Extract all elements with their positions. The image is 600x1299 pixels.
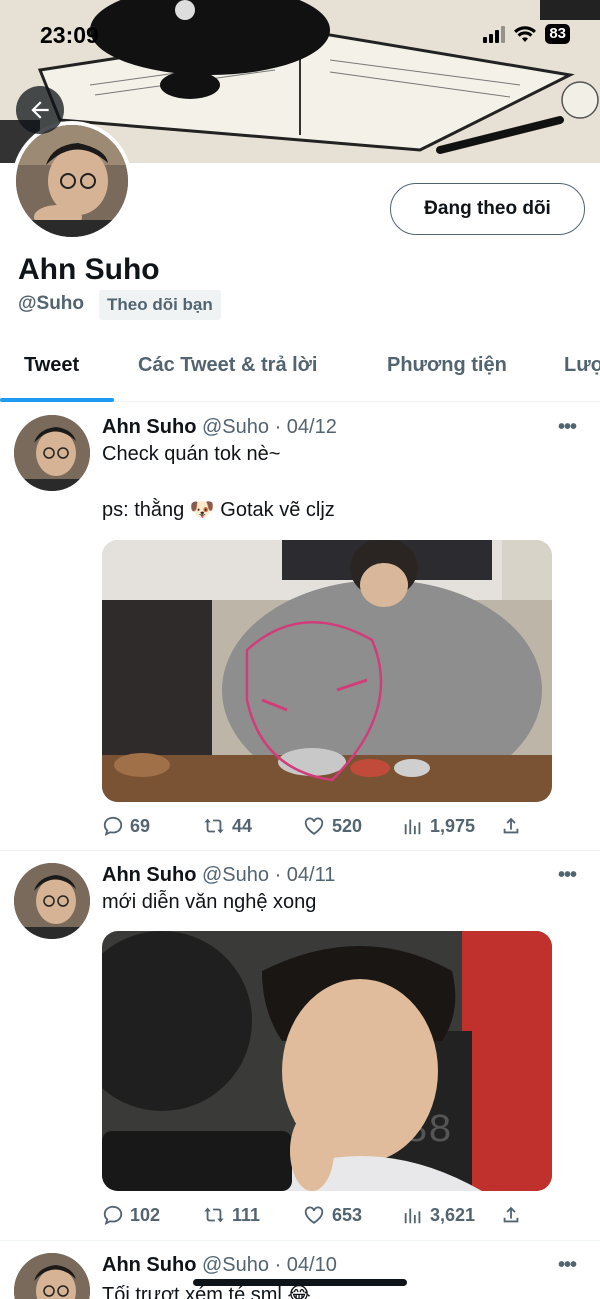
share-button[interactable]	[500, 1204, 522, 1226]
tweet-actions: 102 111 653 3,621	[102, 1204, 532, 1228]
heart-icon	[304, 1206, 324, 1224]
following-button[interactable]: Đang theo dõi	[390, 183, 585, 235]
status-bar: 23:09 83	[0, 0, 600, 70]
battery-icon: 83	[545, 24, 570, 44]
tweet-handle-date: @Suho · 04/10	[202, 1254, 337, 1276]
profile-tabs: Tweet Các Tweet & trả lời Phương tiện Lư…	[0, 340, 600, 402]
retweet-count: 111	[232, 1204, 261, 1225]
tweet-actions: 69 44 520 1,975	[102, 815, 532, 839]
reply-count: 102	[130, 1204, 161, 1225]
profile-avatar[interactable]	[12, 121, 132, 241]
like-count: 653	[332, 1204, 363, 1225]
share-icon	[503, 1206, 519, 1223]
reply-button[interactable]: 102	[102, 1204, 160, 1226]
active-tab-indicator	[0, 398, 114, 402]
tab-media[interactable]: Phương tiện	[387, 354, 507, 377]
tweet-text-line: Check quán tok nè~	[102, 443, 281, 465]
signal-icon	[483, 25, 506, 43]
tweet-author-name[interactable]: Ahn Suho	[102, 416, 196, 438]
follows-you-badge: Theo dõi bạn	[99, 290, 221, 320]
like-count: 520	[332, 815, 363, 836]
tab-tweets-replies[interactable]: Các Tweet & trả lời	[138, 354, 317, 377]
retweet-button[interactable]: 111	[202, 1204, 260, 1226]
reply-count: 69	[130, 815, 151, 836]
views-icon	[404, 1208, 421, 1224]
tweet[interactable]: Ahn Suho @Suho · 04/11 ••• mới diễn văn …	[0, 851, 600, 1241]
tweet-text-line: mới diễn văn nghệ xong	[102, 891, 317, 913]
share-icon	[503, 817, 519, 834]
tab-likes[interactable]: Lượ	[564, 354, 600, 377]
profile-name: Ahn Suho	[18, 253, 160, 286]
tweet-text-line: ps: thằng 🐶 Gotak vẽ cljz	[102, 499, 335, 521]
tweet-author-name[interactable]: Ahn Suho	[102, 864, 196, 886]
tweet[interactable]: Ahn Suho @Suho · 04/12 ••• Check quán to…	[0, 403, 600, 851]
more-options-icon[interactable]: •••	[558, 864, 577, 887]
reply-button[interactable]: 69	[102, 815, 150, 837]
retweet-icon	[204, 1207, 224, 1223]
views-button[interactable]: 1,975	[402, 815, 475, 837]
view-count: 1,975	[430, 815, 476, 836]
tweet-photo[interactable]	[102, 540, 552, 802]
reply-icon	[103, 1205, 123, 1225]
reply-icon	[103, 816, 123, 836]
tweet-header: Ahn Suho @Suho · 04/11	[102, 864, 335, 887]
tweet-avatar[interactable]	[14, 415, 90, 491]
share-button[interactable]	[500, 815, 522, 837]
back-button[interactable]	[16, 86, 64, 134]
tweet-handle-date: @Suho · 04/11	[202, 864, 336, 886]
retweet-icon	[204, 818, 224, 834]
tweet-header: Ahn Suho @Suho · 04/12	[102, 416, 337, 439]
more-options-icon[interactable]: •••	[558, 1254, 577, 1277]
arrow-left-icon	[31, 101, 49, 119]
profile-handle: @Suho	[18, 293, 85, 314]
like-button[interactable]: 520	[302, 815, 362, 837]
views-icon	[404, 819, 421, 835]
retweet-button[interactable]: 44	[202, 815, 252, 837]
view-count: 3,621	[430, 1204, 476, 1225]
tweet-handle-date: @Suho · 04/12	[202, 416, 337, 438]
tweet-author-name[interactable]: Ahn Suho	[102, 1254, 196, 1276]
tweet[interactable]: Ahn Suho @Suho · 04/10 ••• Tối trượt xém…	[0, 1241, 600, 1299]
tweet-photo[interactable]: 888	[102, 931, 552, 1191]
views-button[interactable]: 3,621	[402, 1204, 475, 1226]
wifi-icon	[514, 26, 537, 42]
retweet-count: 44	[232, 815, 253, 836]
like-button[interactable]: 653	[302, 1204, 362, 1226]
status-time: 23:09	[40, 22, 99, 48]
tweet-header: Ahn Suho @Suho · 04/10	[102, 1254, 337, 1277]
tab-tweets[interactable]: Tweet	[24, 354, 79, 377]
more-options-icon[interactable]: •••	[558, 416, 577, 439]
home-indicator[interactable]	[193, 1279, 407, 1286]
heart-icon	[304, 817, 324, 835]
tweet-avatar[interactable]	[14, 1253, 90, 1299]
tweet-avatar[interactable]	[14, 863, 90, 939]
status-icons: 83	[483, 24, 570, 44]
